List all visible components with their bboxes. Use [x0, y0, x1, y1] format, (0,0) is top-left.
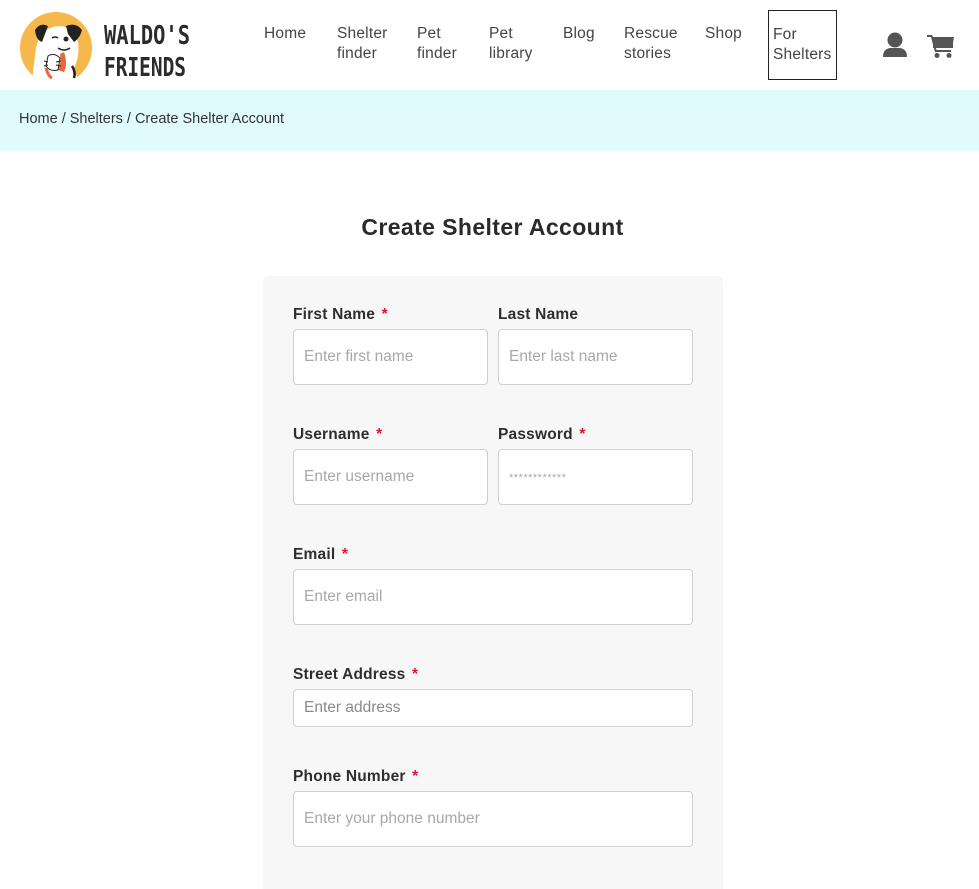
- last-name-input[interactable]: [498, 329, 693, 385]
- breadcrumb: Home / Shelters / Create Shelter Account: [19, 111, 284, 127]
- first-name-label: First Name *: [293, 306, 388, 323]
- password-input[interactable]: [498, 449, 693, 505]
- password-label: Password *: [498, 426, 586, 443]
- required-asterisk: *: [341, 546, 349, 563]
- site-logo[interactable]: WALDO'S FRIENDS: [18, 10, 190, 80]
- last-name-label: Last Name: [498, 306, 579, 323]
- street-address-field: Street Address *: [293, 666, 693, 727]
- breadcrumb-current: Create Shelter Account: [134, 111, 285, 127]
- nav-home[interactable]: Home: [264, 24, 306, 44]
- nav-pet-finder[interactable]: Pet finder: [417, 24, 457, 64]
- username-input[interactable]: [293, 449, 488, 505]
- street-address-label: Street Address *: [293, 666, 419, 683]
- brand-wordmark: WALDO'S FRIENDS: [104, 21, 190, 78]
- required-asterisk: *: [381, 306, 388, 323]
- required-asterisk: *: [412, 666, 419, 683]
- street-address-input[interactable]: [293, 689, 693, 727]
- password-field: Password *: [498, 426, 693, 505]
- breadcrumb-home[interactable]: Home: [19, 111, 58, 127]
- first-name-input[interactable]: [293, 329, 488, 385]
- required-asterisk: *: [579, 426, 586, 443]
- nav-shop[interactable]: Shop: [705, 24, 742, 44]
- user-icon: [883, 32, 907, 57]
- nav-pet-library[interactable]: Pet library: [489, 24, 533, 64]
- nav-rescue-stories[interactable]: Rescue stories: [624, 24, 678, 64]
- breadcrumb-bar: Home / Shelters / Create Shelter Account: [0, 90, 979, 151]
- create-shelter-form: First Name * Last Name Username * Passwo…: [263, 276, 723, 889]
- breadcrumb-separator: /: [126, 111, 131, 127]
- email-field: Email *: [293, 546, 693, 625]
- phone-number-input[interactable]: [293, 791, 693, 847]
- first-name-field: First Name *: [293, 306, 488, 385]
- nav-blog[interactable]: Blog: [563, 24, 595, 44]
- required-asterisk: *: [376, 426, 383, 443]
- cart-icon: [927, 35, 954, 58]
- email-label: Email *: [293, 546, 349, 563]
- phone-number-field: Phone Number *: [293, 768, 693, 847]
- dog-logo-icon: [20, 12, 92, 80]
- account-button[interactable]: [882, 32, 908, 58]
- email-input[interactable]: [293, 569, 693, 625]
- svg-text:WALDO'S: WALDO'S: [104, 21, 190, 51]
- nav-for-shelters[interactable]: For Shelters: [768, 10, 837, 80]
- last-name-field: Last Name: [498, 306, 693, 385]
- username-field: Username *: [293, 426, 488, 505]
- page-title: Create Shelter Account: [361, 214, 624, 240]
- phone-number-label: Phone Number *: [293, 768, 419, 785]
- username-label: Username *: [293, 426, 383, 443]
- breadcrumb-shelters[interactable]: Shelters: [70, 111, 123, 127]
- svg-text:FRIENDS: FRIENDS: [104, 53, 186, 78]
- breadcrumb-separator: /: [61, 111, 66, 127]
- site-header: WALDO'S FRIENDS Home Shelter finder Pet …: [0, 0, 979, 90]
- cart-button[interactable]: [927, 33, 955, 59]
- required-asterisk: *: [412, 768, 419, 785]
- nav-shelter-finder[interactable]: Shelter finder: [337, 24, 388, 64]
